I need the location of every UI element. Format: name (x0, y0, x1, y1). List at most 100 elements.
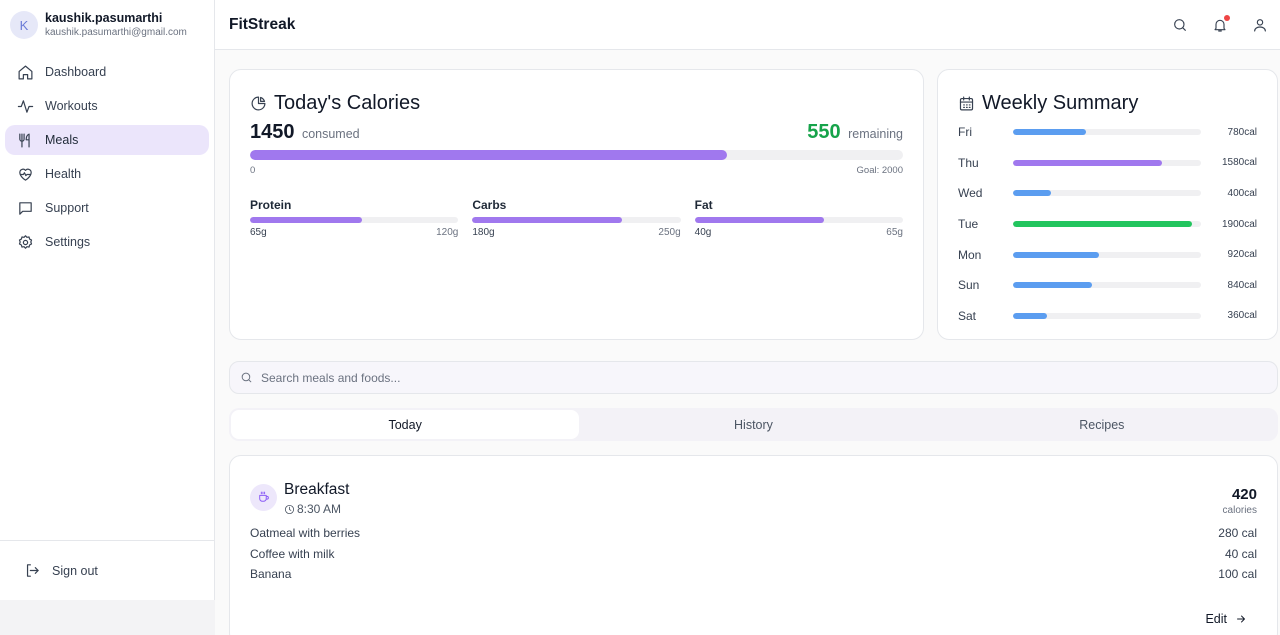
macro-progress-fill (472, 217, 623, 223)
edit-meal-button[interactable]: Edit (1205, 612, 1247, 626)
weekly-card-title: Weekly Summary (958, 92, 1257, 115)
weekly-title-text: Weekly Summary (982, 92, 1139, 114)
log-out-icon (26, 564, 39, 577)
day-calories: 840cal (1227, 279, 1257, 291)
macro-progress-fill (694, 217, 824, 223)
sidebar-item-label: Support (45, 201, 89, 215)
calories-consumed-label: consumed (301, 127, 360, 141)
day-progress-bar (1013, 159, 1201, 166)
meal-name: Breakfast (284, 481, 350, 498)
day-calories: 360cal (1227, 310, 1257, 322)
weekly-day-row: Tue 1900cal (958, 209, 1257, 240)
sidebar-item-label: Meals (45, 133, 79, 147)
sign-out-label: Sign out (52, 563, 98, 578)
food-name: Banana (250, 567, 292, 582)
sidebar-item-label: Dashboard (45, 65, 107, 79)
user-profile[interactable]: K kaushik.pasumarthi kaushik.pasumarthi@… (0, 0, 214, 50)
day-progress-bar (1013, 129, 1201, 136)
tab-recipes[interactable]: Recipes (928, 410, 1276, 439)
calories-progress-bar (250, 150, 903, 160)
day-progress-fill (1013, 282, 1092, 289)
user-email: kaushik.pasumarthi@gmail.com (45, 27, 187, 38)
day-progress-bar (1013, 190, 1201, 197)
notification-dot (1224, 15, 1230, 21)
sidebar-item-label: Workouts (45, 99, 98, 113)
calories-card-title: Today's Calories (250, 92, 903, 115)
macro-goal: 250g (658, 227, 681, 238)
heart-pulse-icon (19, 168, 32, 181)
day-calories: 780cal (1227, 126, 1257, 138)
breakfast-meal-card: Breakfast 8:30 AM 420 calories Oatmeal w… (229, 455, 1278, 635)
profile-button[interactable] (1240, 5, 1280, 45)
day-label: Fri (958, 125, 972, 140)
weekly-day-row: Fri 780cal (958, 117, 1257, 148)
calories-remaining-label: remaining (848, 127, 903, 141)
day-progress-fill (1013, 251, 1100, 258)
sidebar-item-workouts[interactable]: Workouts (5, 91, 209, 121)
sidebar-item-meals[interactable]: Meals (5, 125, 209, 155)
day-label: Wed (958, 186, 983, 201)
macro-name: Fat (694, 198, 713, 212)
macro-progress-bar (472, 217, 681, 223)
user-name: kaushik.pasumarthi (45, 11, 163, 25)
sign-out-button[interactable]: Sign out (0, 540, 214, 600)
food-item: Coffee with milk 40 cal (250, 544, 1257, 565)
macro-value: 180g (472, 227, 495, 238)
day-calories: 1900cal (1221, 218, 1257, 230)
macro-progress-bar (694, 217, 903, 223)
calories-title-text: Today's Calories (274, 92, 421, 114)
macro-name: Protein (250, 198, 292, 212)
sidebar-item-settings[interactable]: Settings (5, 227, 209, 257)
day-label: Thu (958, 155, 979, 170)
message-square-icon (19, 201, 32, 215)
day-progress-fill (1013, 159, 1162, 166)
sidebar-item-dashboard[interactable]: Dashboard (5, 57, 209, 87)
day-calories: 920cal (1227, 249, 1257, 261)
search-icon (1174, 19, 1186, 31)
weekly-day-row: Thu 1580cal (958, 148, 1257, 179)
macro-progress-bar (250, 217, 459, 223)
macros-breakdown: Protein 65g 120g Carbs 180g 250g Fat 40g… (250, 198, 903, 238)
weekly-summary-card: Weekly Summary Fri 780cal Thu 1580cal We… (937, 69, 1278, 340)
search-button[interactable] (1160, 5, 1200, 45)
calories-scale-min: 0 (250, 165, 256, 176)
meal-total-label: calories (1222, 505, 1257, 516)
day-calories: 1580cal (1221, 157, 1257, 169)
day-label: Sat (958, 308, 977, 323)
food-name: Oatmeal with berries (250, 526, 361, 541)
search-icon (241, 372, 252, 383)
weekly-day-row: Sun 840cal (958, 270, 1257, 301)
meal-total-calories: 420 (1231, 486, 1257, 503)
food-item: Oatmeal with berries 280 cal (250, 523, 1257, 544)
food-item: Banana 100 cal (250, 564, 1257, 585)
notifications-button[interactable] (1200, 5, 1240, 45)
user-icon (1254, 19, 1266, 32)
calendar-icon (959, 96, 974, 111)
weekly-day-row: Wed 400cal (958, 178, 1257, 209)
macro-name: Carbs (472, 198, 507, 212)
gear-icon (18, 234, 33, 249)
arrow-right-icon (1237, 615, 1245, 623)
meal-time: 8:30 AM (284, 502, 349, 516)
macro-protein: Protein 65g 120g (250, 198, 459, 238)
sidebar-item-health[interactable]: Health (5, 159, 209, 189)
sidebar-item-support[interactable]: Support (5, 193, 209, 223)
day-progress-fill (1013, 312, 1047, 319)
weekly-day-list: Fri 780cal Thu 1580cal Wed 400cal Tue 19… (958, 117, 1257, 331)
day-progress-bar (1013, 282, 1201, 289)
coffee-icon (250, 484, 277, 511)
macro-value: 65g (250, 227, 267, 238)
sidebar: K kaushik.pasumarthi kaushik.pasumarthi@… (0, 0, 215, 600)
pie-chart-icon (251, 96, 266, 111)
calories-progress-fill (250, 150, 727, 160)
top-header: FitStreak (215, 0, 1280, 50)
day-progress-fill (1013, 221, 1192, 228)
day-progress-fill (1013, 190, 1051, 197)
sidebar-nav: Dashboard Workouts Meals Health Support … (0, 57, 214, 257)
macro-value: 40g (694, 227, 712, 238)
tab-history[interactable]: History (579, 410, 927, 439)
search-input[interactable] (261, 370, 1247, 385)
meal-time-text: 8:30 AM (297, 502, 342, 516)
tab-today[interactable]: Today (231, 410, 580, 439)
meal-tabs: Today History Recipes (229, 408, 1278, 441)
